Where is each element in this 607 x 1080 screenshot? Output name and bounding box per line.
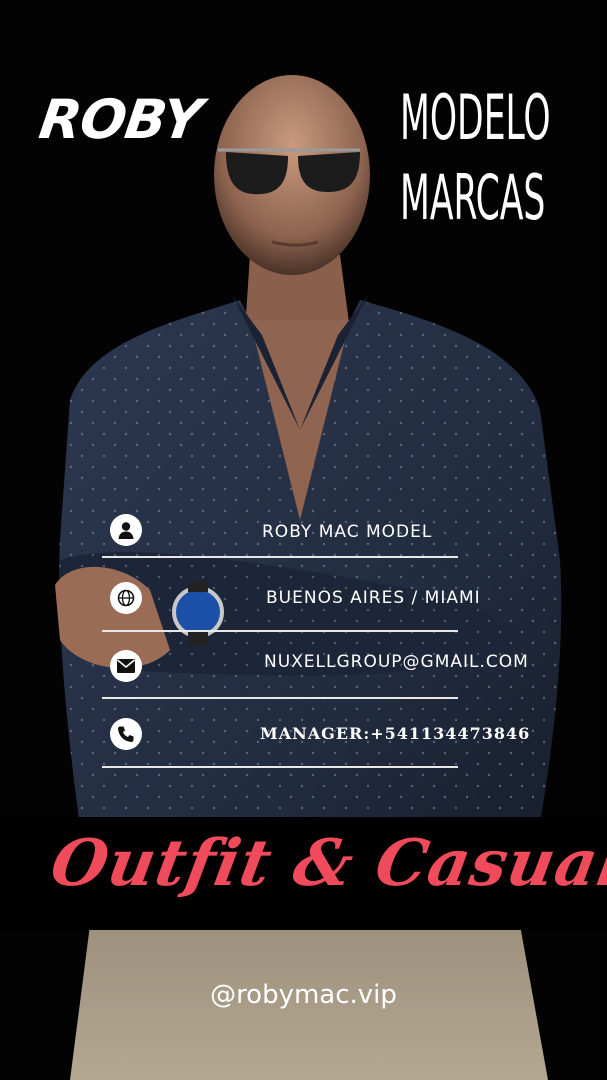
contact-row-location: BUENOS AIRES / MIAMI (102, 580, 480, 634)
contact-phone[interactable]: MANAGER:+541134473846 (260, 724, 530, 743)
tagline-line-1: MODELO (400, 81, 551, 154)
globe-icon (110, 582, 142, 614)
contact-row-name: ROBY MAC MODEL (102, 512, 458, 562)
contact-row-email[interactable]: NUXELLGROUP@GMAIL.COM (102, 648, 528, 702)
headline: Outfit & Casual (45, 826, 607, 901)
business-card: ROBY MODELO MARCAS ROBY MAC MODEL BUENOS… (0, 0, 607, 1080)
tagline: MODELO MARCAS (400, 78, 551, 238)
contact-row-phone[interactable]: MANAGER:+541134473846 (102, 716, 529, 770)
divider (102, 766, 458, 768)
social-handle[interactable]: @robymac.vip (0, 980, 607, 1010)
brand-name: ROBY (35, 88, 206, 151)
divider (102, 697, 458, 699)
tagline-line-2: MARCAS (400, 161, 546, 234)
mail-icon (110, 650, 142, 682)
user-icon (110, 514, 142, 546)
contact-location: BUENOS AIRES / MIAMI (266, 588, 481, 608)
phone-icon (110, 718, 142, 750)
contact-email[interactable]: NUXELLGROUP@GMAIL.COM (264, 652, 529, 672)
divider (102, 556, 458, 558)
contact-name: ROBY MAC MODEL (262, 522, 433, 542)
divider (102, 630, 458, 632)
